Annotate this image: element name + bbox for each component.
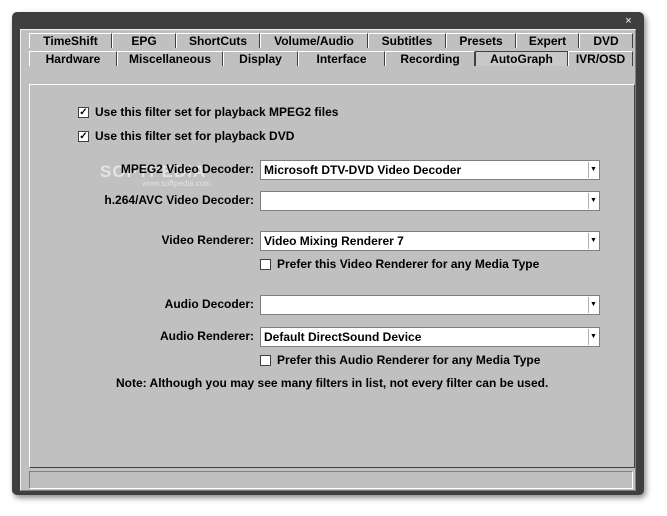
dropdown-arrow-icon[interactable]: ▼ (588, 193, 598, 209)
mpeg2-decoder-value: Microsoft DTV-DVD Video Decoder (264, 163, 462, 177)
tab-ivr-osd[interactable]: IVR/OSD (568, 51, 633, 66)
dvd-filter-checkbox[interactable]: ✓ Use this filter set for playback DVD (78, 129, 294, 143)
tab-miscellaneous[interactable]: Miscellaneous (117, 51, 223, 66)
tab-subtitles[interactable]: Subtitles (368, 33, 446, 48)
tab-shortcuts[interactable]: ShortCuts (176, 33, 260, 48)
audio-decoder-select[interactable]: ▼ (260, 295, 600, 315)
audio-renderer-select[interactable]: Default DirectSound Device ▼ (260, 327, 600, 347)
dvd-checkbox-box[interactable]: ✓ (78, 130, 89, 142)
watermark-url: www.softpedia.com (142, 179, 211, 188)
mpeg2-decoder-select[interactable]: Microsoft DTV-DVD Video Decoder ▼ (260, 160, 600, 180)
dropdown-arrow-icon[interactable]: ▼ (588, 297, 598, 313)
prefer-audio-label: Prefer this Audio Renderer for any Media… (277, 353, 541, 367)
tab-volume-audio[interactable]: Volume/Audio (260, 33, 368, 48)
prefer-video-checkbox[interactable]: Prefer this Video Renderer for any Media… (260, 257, 539, 271)
tab-epg[interactable]: EPG (112, 33, 176, 48)
tab-interface[interactable]: Interface (298, 51, 385, 66)
close-button[interactable]: × (622, 15, 635, 27)
filters-note: Note: Although you may see many filters … (116, 376, 549, 390)
status-bar (29, 471, 633, 489)
prefer-video-checkbox-box[interactable] (260, 258, 271, 270)
mpeg2-filter-checkbox[interactable]: ✓ Use this filter set for playback MPEG2… (78, 105, 338, 119)
mpeg2-checkbox-label: Use this filter set for playback MPEG2 f… (95, 105, 339, 119)
dropdown-arrow-icon[interactable]: ▼ (588, 233, 598, 249)
audio-renderer-value: Default DirectSound Device (264, 330, 422, 344)
tab-timeshift[interactable]: TimeShift (29, 33, 112, 48)
h264-decoder-label: h.264/AVC Video Decoder: (104, 193, 254, 207)
video-renderer-value: Video Mixing Renderer 7 (264, 234, 404, 248)
h264-decoder-select[interactable]: ▼ (260, 191, 600, 211)
mpeg2-decoder-label: MPEG2 Video Decoder: (120, 162, 254, 176)
prefer-audio-checkbox[interactable]: Prefer this Audio Renderer for any Media… (260, 353, 540, 367)
dropdown-arrow-icon[interactable]: ▼ (588, 162, 598, 178)
dvd-checkbox-label: Use this filter set for playback DVD (95, 129, 295, 143)
tab-presets[interactable]: Presets (446, 33, 516, 48)
tab-autograph[interactable]: AutoGraph (475, 51, 568, 66)
tab-hardware[interactable]: Hardware (29, 51, 117, 66)
audio-decoder-label: Audio Decoder: (164, 297, 254, 311)
dialog-frame: TimeShift EPG ShortCuts Volume/Audio Sub… (20, 29, 636, 491)
mpeg2-checkbox-box[interactable]: ✓ (78, 106, 89, 118)
prefer-video-label: Prefer this Video Renderer for any Media… (277, 257, 540, 271)
audio-renderer-label: Audio Renderer: (159, 329, 254, 343)
autograph-panel: SOFTPEDIA www.softpedia.com ✓ Use this f… (29, 84, 635, 468)
tab-dvd[interactable]: DVD (579, 33, 633, 48)
settings-window: × TimeShift EPG ShortCuts Volume/Audio S… (12, 12, 644, 495)
video-renderer-select[interactable]: Video Mixing Renderer 7 ▼ (260, 231, 600, 251)
tab-expert[interactable]: Expert (516, 33, 579, 48)
tab-display[interactable]: Display (223, 51, 298, 66)
tab-recording[interactable]: Recording (385, 51, 475, 66)
dropdown-arrow-icon[interactable]: ▼ (588, 329, 598, 345)
prefer-audio-checkbox-box[interactable] (260, 354, 271, 366)
video-renderer-label: Video Renderer: (161, 233, 254, 247)
tab-row-1: TimeShift EPG ShortCuts Volume/Audio Sub… (29, 33, 633, 48)
tab-row-2: Hardware Miscellaneous Display Interface… (29, 51, 633, 66)
